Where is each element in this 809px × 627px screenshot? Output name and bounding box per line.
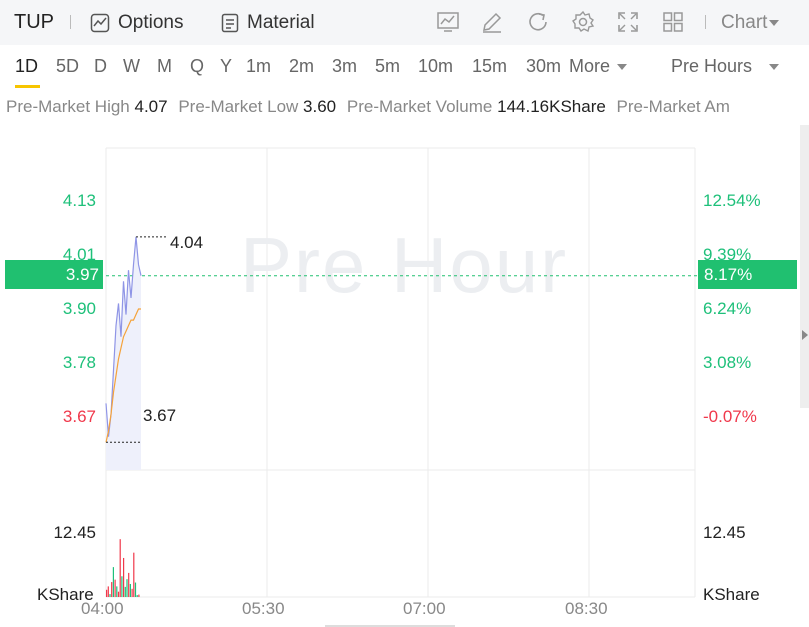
- volume-bar: [129, 583, 131, 597]
- volume-bar: [121, 576, 123, 597]
- volume-bar: [111, 582, 113, 597]
- volume-axis-label-right: 12.45: [703, 523, 746, 542]
- right-axis-label: 12.54%: [703, 191, 761, 210]
- volume-bar: [112, 567, 114, 597]
- volume-bar: [126, 579, 128, 597]
- x-axis-label: 08:30: [565, 599, 608, 618]
- volume-bar: [124, 586, 126, 597]
- volume-bar: [117, 591, 120, 597]
- price-chart[interactable]: [0, 0, 809, 627]
- volume-bar: [136, 595, 138, 597]
- volume-bar: [134, 582, 137, 597]
- left-axis-label: 3.78: [62, 353, 96, 372]
- volume-bar: [119, 539, 121, 597]
- right-axis-label: 3.08%: [703, 353, 752, 372]
- x-axis-label: 05:30: [242, 599, 285, 618]
- volume-bar: [106, 589, 108, 597]
- x-axis-label: 04:00: [81, 599, 124, 618]
- left-axis-label: 3.90: [62, 299, 96, 318]
- price-area: [106, 236, 141, 470]
- current-price-tag: 3.97: [5, 260, 103, 289]
- current-change-pct-tag: 8.17%: [698, 260, 797, 289]
- left-axis-label: 4.13: [62, 191, 96, 210]
- volume-bar: [116, 586, 118, 597]
- volume-bar: [131, 588, 133, 597]
- volume-bar: [109, 594, 111, 597]
- volume-unit-right: KShare: [703, 585, 760, 604]
- volume-axis-label-left: 12.45: [53, 523, 96, 542]
- volume-bar: [123, 557, 125, 597]
- session-high-marker: 4.04: [170, 233, 204, 252]
- session-low-marker: 3.67: [143, 406, 177, 425]
- x-axis-label: 07:00: [403, 599, 446, 618]
- volume-bar: [107, 586, 109, 597]
- right-axis-label: 6.24%: [703, 299, 752, 318]
- volume-bar: [128, 572, 130, 597]
- right-axis-label: -0.07%: [703, 407, 757, 426]
- volume-bar: [138, 594, 140, 597]
- volume-bar: [114, 579, 116, 597]
- volume-bar: [133, 552, 135, 597]
- left-axis-label: 3.67: [62, 407, 96, 426]
